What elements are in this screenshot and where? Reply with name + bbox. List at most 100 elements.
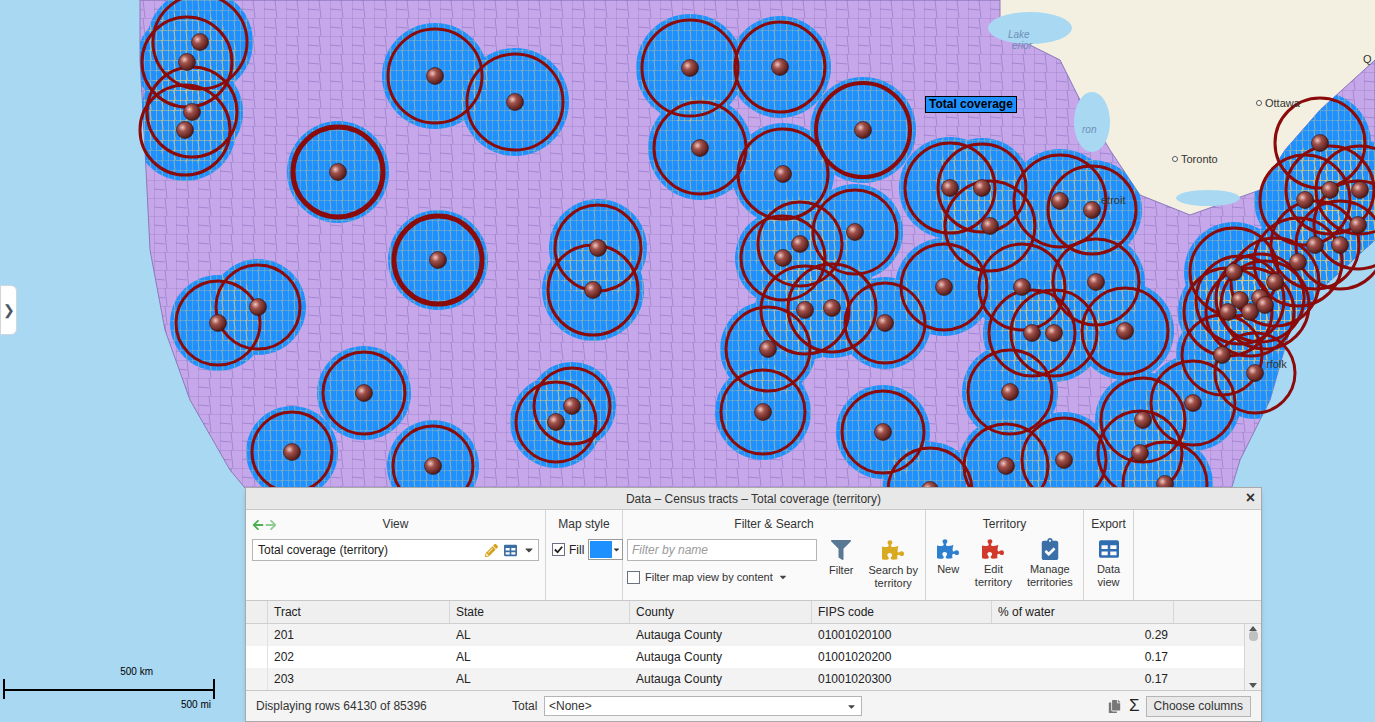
toolbar-button[interactable]: Manage territories <box>1019 535 1081 589</box>
column-header[interactable]: Tract <box>268 601 450 623</box>
map-pin[interactable] <box>1014 279 1031 296</box>
vertical-scrollbar[interactable] <box>1244 624 1261 690</box>
map-pin[interactable] <box>797 302 814 319</box>
close-button[interactable]: × <box>1246 488 1255 508</box>
map-pin[interactable] <box>192 34 209 51</box>
column-header[interactable]: FIPS code <box>812 601 992 623</box>
caret-down-icon[interactable] <box>612 545 621 554</box>
map-pin[interactable] <box>1247 365 1264 382</box>
map-pin[interactable] <box>1046 325 1063 342</box>
map-pin[interactable] <box>1290 254 1307 271</box>
history-arrows[interactable] <box>252 519 277 531</box>
map-pin[interactable] <box>1257 297 1274 314</box>
map-pin[interactable] <box>982 218 999 235</box>
map-pin[interactable] <box>760 341 777 358</box>
map-pin[interactable] <box>998 458 1015 475</box>
table-row[interactable]: 203ALAutauga County010010203000.17 <box>246 668 1244 690</box>
map-pin[interactable] <box>775 250 792 267</box>
map-pin[interactable] <box>250 299 267 316</box>
map-pin[interactable] <box>177 122 194 139</box>
forward-arrow-icon[interactable] <box>265 519 277 531</box>
column-header[interactable]: County <box>630 601 812 623</box>
caret-down-icon[interactable] <box>846 701 857 712</box>
map-pin[interactable] <box>1056 452 1073 469</box>
map-pin[interactable] <box>330 164 347 181</box>
scroll-thumb[interactable] <box>1249 631 1258 641</box>
map-pin[interactable] <box>1135 412 1152 429</box>
map-pin[interactable] <box>792 236 809 253</box>
map-pin[interactable] <box>1214 347 1231 364</box>
total-dropdown[interactable]: <None> <box>544 696 862 716</box>
toolbar-button[interactable]: Edit territory <box>968 535 1018 589</box>
map-pin[interactable] <box>1132 445 1149 462</box>
column-header[interactable]: State <box>450 601 630 623</box>
map-pin[interactable] <box>1088 274 1105 291</box>
toolbar-button[interactable]: Filter <box>823 536 859 590</box>
map-pin[interactable] <box>1297 192 1314 209</box>
map-pin[interactable] <box>430 252 447 269</box>
map-pin[interactable] <box>548 414 565 431</box>
map-pin[interactable] <box>1117 323 1134 340</box>
map-pin[interactable] <box>425 458 442 475</box>
caret-down-icon[interactable] <box>523 544 535 556</box>
filter-map-view-option[interactable]: Filter map view by content <box>627 569 817 586</box>
map-pin[interactable] <box>772 59 789 76</box>
map-pin[interactable] <box>590 240 607 257</box>
choose-columns-button[interactable]: Choose columns <box>1146 696 1251 717</box>
map-pin[interactable] <box>1352 182 1369 199</box>
map-pin[interactable] <box>210 315 227 332</box>
map-pin[interactable] <box>284 444 301 461</box>
map-pin[interactable] <box>877 315 894 332</box>
map-pin[interactable] <box>1226 264 1243 281</box>
sum-button[interactable]: Σ <box>1129 697 1140 715</box>
map-pin[interactable] <box>1084 202 1101 219</box>
filter-input[interactable] <box>627 539 817 561</box>
map-pin[interactable] <box>585 282 602 299</box>
toolbar-button[interactable]: New <box>928 535 968 589</box>
map-pin[interactable] <box>356 385 373 402</box>
back-arrow-icon[interactable] <box>252 519 264 531</box>
map-pin[interactable] <box>1332 237 1349 254</box>
map-pin[interactable] <box>1185 395 1202 412</box>
map-pin[interactable] <box>1322 182 1339 199</box>
scroll-down-icon[interactable] <box>1249 683 1257 688</box>
copy-icon[interactable] <box>1108 700 1121 713</box>
map-pin[interactable] <box>1024 325 1041 342</box>
map-pin[interactable] <box>1312 135 1329 152</box>
toolbar-button[interactable]: Search by territory <box>865 536 921 590</box>
map-pin[interactable] <box>974 180 991 197</box>
map-pin[interactable] <box>682 60 699 77</box>
checkbox[interactable] <box>552 543 565 556</box>
map-pin[interactable] <box>692 140 709 157</box>
map-pin[interactable] <box>755 404 772 421</box>
table-icon[interactable] <box>504 544 517 557</box>
map-pin[interactable] <box>507 94 524 111</box>
pencil-icon[interactable] <box>485 544 498 557</box>
map-pin[interactable] <box>855 122 872 139</box>
map-pin[interactable] <box>1220 304 1237 321</box>
table-row[interactable]: 202ALAutauga County010010202000.17 <box>246 646 1244 668</box>
map-pin[interactable] <box>1350 217 1367 234</box>
map-pin[interactable] <box>179 54 196 71</box>
map-pin[interactable] <box>564 398 581 415</box>
panel-title-bar[interactable]: Data – Census tracts – Total coverage (t… <box>246 488 1261 510</box>
map-pin[interactable] <box>775 166 792 183</box>
map-pin[interactable] <box>1052 193 1069 210</box>
map-pin[interactable] <box>875 424 892 441</box>
fill-color-picker[interactable] <box>588 539 623 560</box>
toolbar-button[interactable]: Data view <box>1089 535 1129 589</box>
column-header[interactable]: % of water <box>992 601 1174 623</box>
map-pin[interactable] <box>1267 274 1284 291</box>
table-row[interactable]: 201ALAutauga County010010201000.29 <box>246 624 1244 646</box>
map-pin[interactable] <box>184 104 201 121</box>
map-pin[interactable] <box>427 68 444 85</box>
map-pin[interactable] <box>936 279 953 296</box>
map-pin[interactable] <box>847 224 864 241</box>
side-panel-toggle[interactable]: ❯ <box>0 285 17 335</box>
map-pin[interactable] <box>824 300 841 317</box>
map-pin[interactable] <box>1307 237 1324 254</box>
map-pin[interactable] <box>1242 304 1259 321</box>
view-dropdown[interactable]: Total coverage (territory) <box>252 539 539 561</box>
caret-down-icon[interactable] <box>778 572 788 582</box>
map-pin[interactable] <box>942 180 959 197</box>
